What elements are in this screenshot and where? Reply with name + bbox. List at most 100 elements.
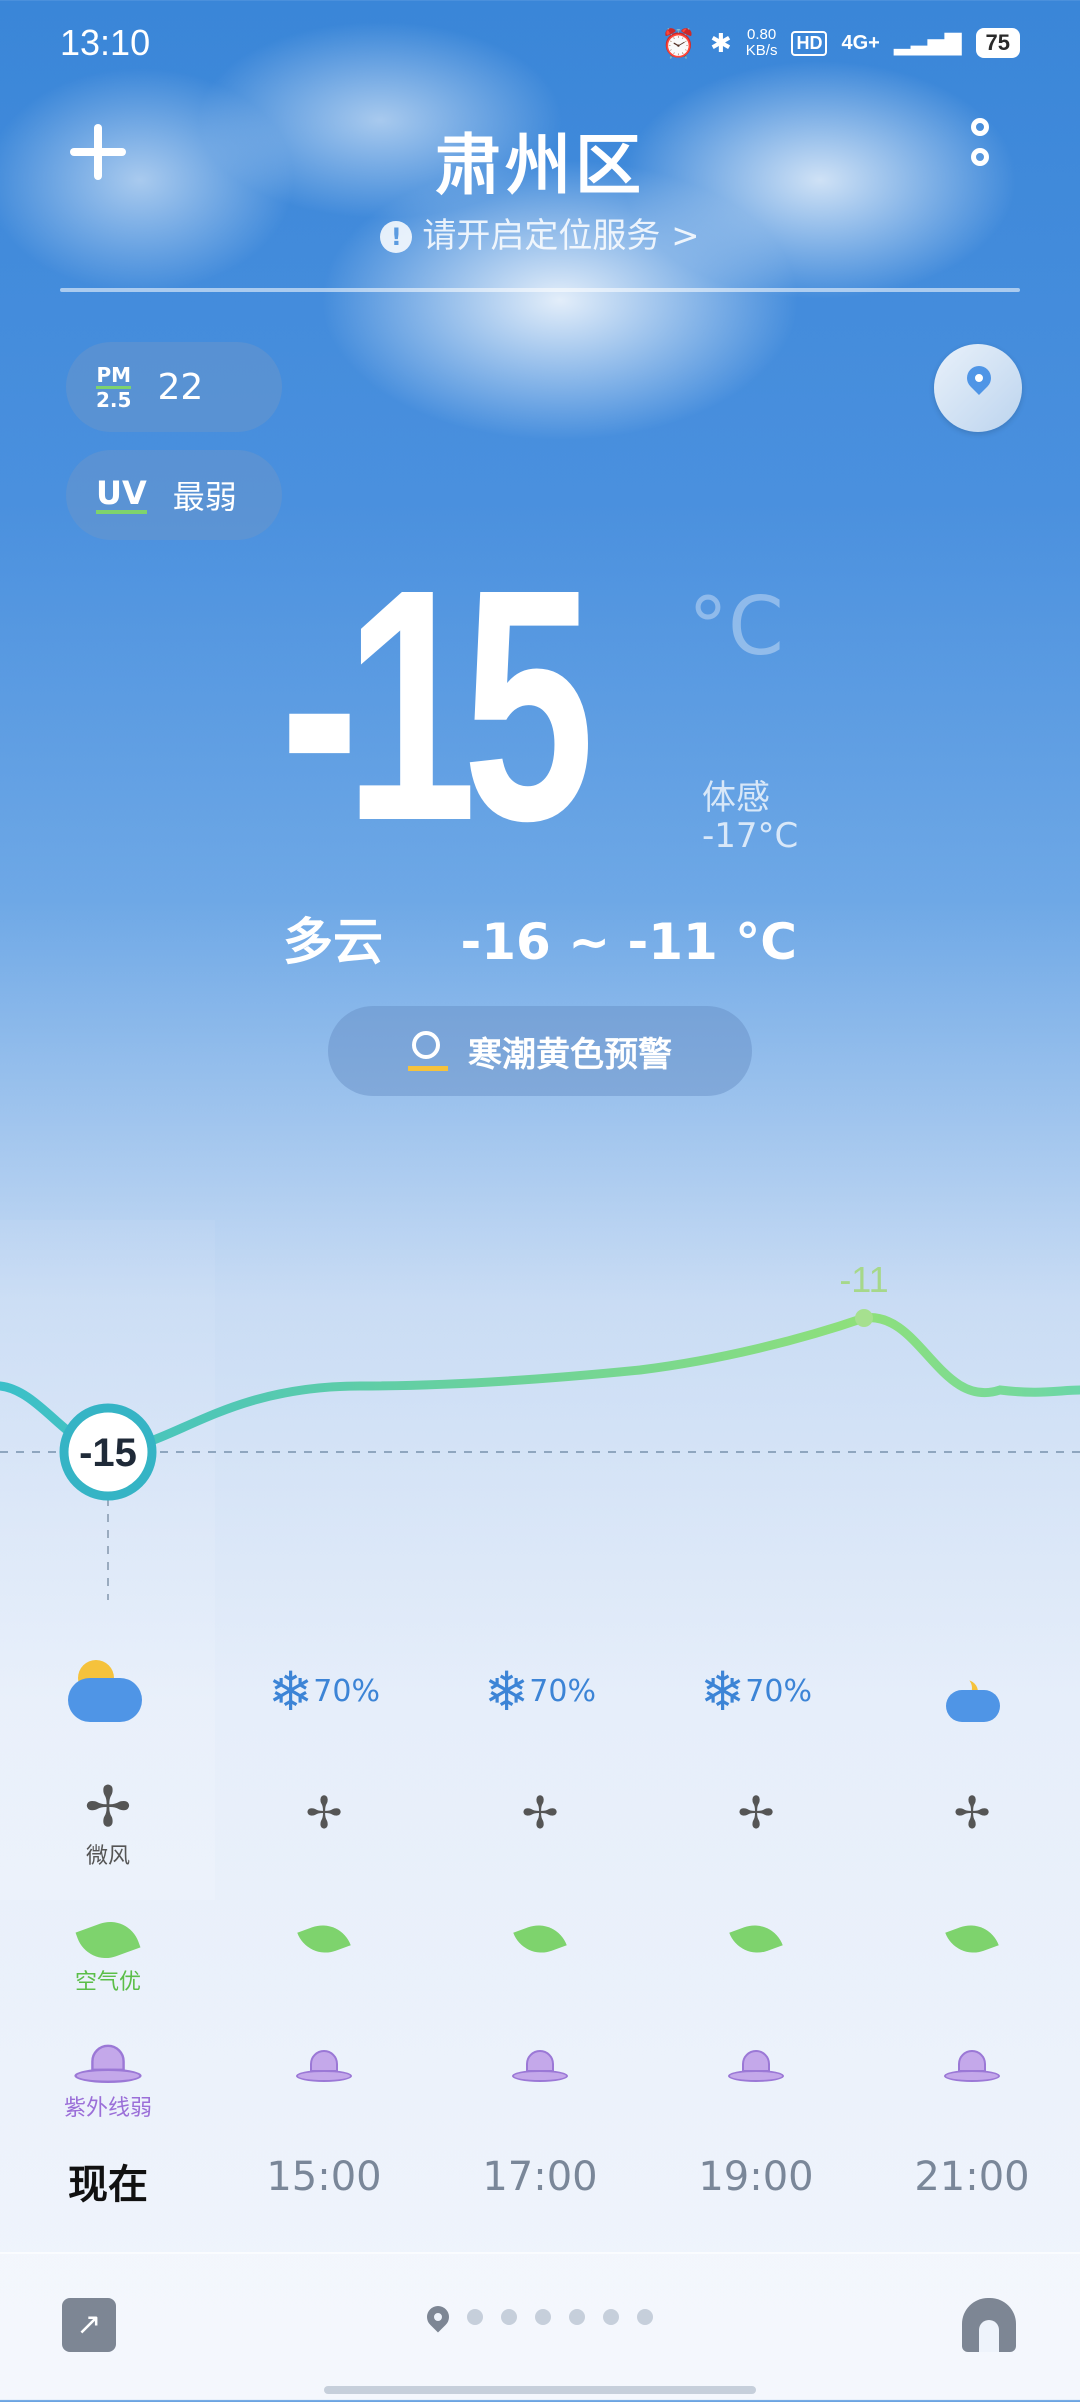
air-now: 空气优 xyxy=(8,1913,208,1996)
wind-label: 微风 xyxy=(85,1844,130,1869)
city-title: 肃州区 xyxy=(435,127,645,204)
bottom-bar: ↗ xyxy=(0,2252,1080,2402)
uv-4 xyxy=(872,2050,1072,2084)
leaf-icon xyxy=(729,1917,783,1961)
alarm-icon: ⏰ xyxy=(661,27,696,59)
clock: 13:10 xyxy=(60,22,151,63)
sun-hat-icon xyxy=(728,2050,784,2084)
partly-cloudy-icon xyxy=(68,1660,148,1722)
uv-value: 最弱 xyxy=(172,478,237,516)
hour-icon-3: ❄70% xyxy=(656,1660,856,1723)
pm25-value: 22 xyxy=(157,366,204,408)
current-temperature: -15 xyxy=(280,520,595,889)
map-button[interactable] xyxy=(934,344,1022,432)
alert-text: 寒潮黄色预警 xyxy=(468,1034,672,1075)
wind-fan-icon: ✢ xyxy=(84,1775,132,1840)
bluetooth-icon: ✱ xyxy=(709,27,732,58)
page-dot xyxy=(569,2309,585,2325)
hourly-temperature-chart: -11 -15 xyxy=(0,1259,1080,1600)
page-dot xyxy=(501,2309,517,2325)
info-icon: ! xyxy=(380,221,413,253)
hour-label: 19:00 xyxy=(698,2154,814,2200)
leaf-icon xyxy=(75,1913,141,1967)
hour-icon-2: ❄70% xyxy=(440,1660,640,1723)
time-1: 15:00 xyxy=(224,2154,424,2200)
condition-text: 多云 xyxy=(283,913,384,971)
temperature-curve xyxy=(0,1313,1080,1455)
air-3 xyxy=(656,1917,856,1961)
feels-like-value: -17°C xyxy=(702,816,799,856)
wind-fan-icon: ✢ xyxy=(305,1788,343,1839)
uv-pill[interactable]: UV 最弱 xyxy=(66,450,282,540)
sun-hat-icon xyxy=(944,2050,1000,2084)
night-cloudy-icon xyxy=(942,1676,1002,1722)
sun-hat-icon xyxy=(296,2050,352,2084)
uv-level-label: 紫外线弱 xyxy=(63,2096,152,2121)
cold-wave-alert-icon xyxy=(408,1031,448,1071)
location-pin-icon xyxy=(422,2301,454,2333)
page-dot xyxy=(603,2309,619,2325)
more-menu-button[interactable] xyxy=(960,118,1000,188)
page-dot xyxy=(535,2309,551,2325)
location-service-link[interactable]: ! 请开启定位服务 > xyxy=(0,208,1080,257)
uv-now: 紫外线弱 xyxy=(8,2044,208,2122)
precip-value: 70% xyxy=(745,1674,812,1709)
wind-fan-icon: ✢ xyxy=(953,1788,991,1839)
wind-fan-icon: ✢ xyxy=(521,1788,559,1839)
uv-label: UV xyxy=(96,474,147,514)
hour-icon-1: ❄70% xyxy=(224,1660,424,1723)
wind-3: ✢ xyxy=(656,1784,856,1844)
battery-icon: 75 xyxy=(975,28,1020,58)
time-2: 17:00 xyxy=(440,2154,640,2200)
time-now: 现在 xyxy=(8,2152,208,2210)
location-pin-icon xyxy=(962,361,996,395)
gesture-handle[interactable] xyxy=(324,2386,756,2394)
hour-icon-now xyxy=(8,1660,208,1722)
weather-alert-button[interactable]: 寒潮黄色预警 xyxy=(328,1006,752,1096)
header-divider xyxy=(60,288,1020,292)
hour-label: 15:00 xyxy=(266,2154,382,2200)
net-speed: 0.80 KB/s xyxy=(745,26,778,59)
city-page-indicator[interactable] xyxy=(0,2301,1080,2333)
hour-label: 17:00 xyxy=(482,2154,598,2200)
current-temp-marker-label: -15 xyxy=(79,1431,137,1475)
wind-1: ✢ xyxy=(224,1784,424,1844)
wind-now: ✢ 微风 xyxy=(8,1778,208,1870)
uv-3 xyxy=(656,2050,856,2084)
home-button[interactable] xyxy=(962,2298,1016,2352)
snow-icon: ❄ xyxy=(484,1660,530,1723)
signal-icon: ▂▃▅▇ xyxy=(893,30,962,55)
hour-icon-4 xyxy=(872,1676,1072,1722)
air-quality-label: 空气优 xyxy=(74,1970,141,1995)
precip-value: 70% xyxy=(313,1674,380,1709)
wind-2: ✢ xyxy=(440,1784,640,1844)
max-temp-point xyxy=(855,1309,873,1327)
uv-2 xyxy=(440,2050,640,2084)
leaf-icon xyxy=(297,1917,351,1961)
network-label: 4G+ xyxy=(841,31,880,54)
page-dot xyxy=(637,2309,653,2325)
leaf-icon xyxy=(945,1917,999,1961)
feels-like-label: 体感 xyxy=(702,778,770,818)
leaf-icon xyxy=(513,1917,567,1961)
uv-1 xyxy=(224,2050,424,2084)
snow-icon: ❄ xyxy=(700,1660,746,1723)
wind-4: ✢ xyxy=(872,1784,1072,1844)
hd-badge: HD xyxy=(791,30,828,56)
temperature-unit: °C xyxy=(688,580,784,673)
pm25-pill[interactable]: PM 2.5 22 xyxy=(66,342,282,432)
condition-line: 多云 -16 ~ -11 °C xyxy=(0,902,1080,974)
air-2 xyxy=(440,1917,640,1961)
snow-icon: ❄ xyxy=(268,1660,314,1723)
wind-fan-icon: ✢ xyxy=(737,1788,775,1839)
time-3: 19:00 xyxy=(656,2154,856,2200)
air-4 xyxy=(872,1917,1072,1961)
sun-hat-icon xyxy=(74,2044,142,2086)
hour-label: 现在 xyxy=(68,2162,148,2208)
temperature-range: -16 ~ -11 °C xyxy=(460,913,797,971)
hour-label: 21:00 xyxy=(914,2154,1030,2200)
sun-hat-icon xyxy=(512,2050,568,2084)
page-dot xyxy=(467,2309,483,2325)
pm25-icon: PM 2.5 xyxy=(96,362,132,412)
time-4: 21:00 xyxy=(872,2154,1072,2200)
